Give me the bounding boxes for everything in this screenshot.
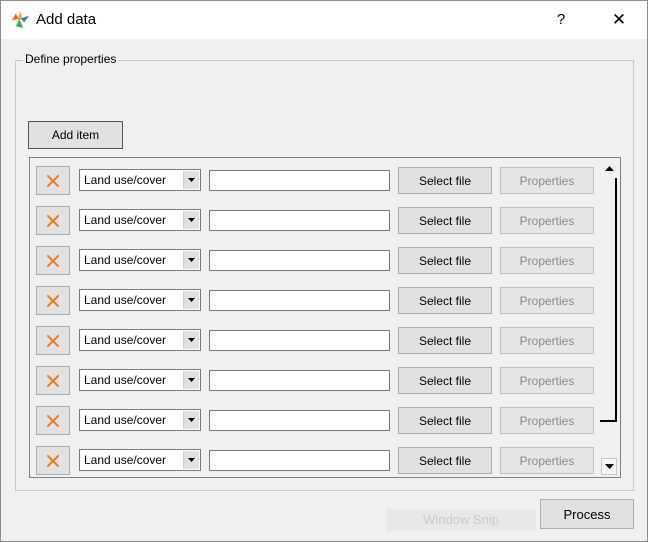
dropdown-arrow-icon[interactable]	[183, 411, 199, 429]
data-type-value: Land use/cover	[84, 373, 167, 387]
select-file-button[interactable]: Select file	[398, 287, 492, 314]
group-label: Define properties	[23, 52, 119, 66]
data-type-select[interactable]: Land use/cover	[79, 249, 201, 271]
data-type-value: Land use/cover	[84, 453, 167, 467]
data-type-select[interactable]: Land use/cover	[79, 289, 201, 311]
add-data-dialog: Add data ? ✕ Define properties Add item …	[0, 0, 648, 542]
remove-item-button[interactable]	[36, 206, 70, 235]
close-icon: ✕	[611, 10, 627, 29]
delete-x-icon	[47, 294, 59, 307]
data-item-row: Land use/cover Select file Properties	[30, 438, 600, 477]
window-snip-overlay: Window Snip	[386, 509, 536, 531]
data-type-select[interactable]: Land use/cover	[79, 409, 201, 431]
dropdown-arrow-icon[interactable]	[183, 171, 199, 189]
select-file-button[interactable]: Select file	[398, 407, 492, 434]
remove-item-button[interactable]	[36, 446, 70, 475]
remove-item-button[interactable]	[36, 246, 70, 275]
properties-button: Properties	[500, 287, 594, 314]
remove-item-button[interactable]	[36, 166, 70, 195]
file-path-input[interactable]	[209, 330, 390, 351]
dropdown-arrow-icon[interactable]	[183, 251, 199, 269]
file-path-input[interactable]	[209, 210, 390, 231]
close-button[interactable]: ✕	[597, 3, 641, 37]
remove-item-button[interactable]	[36, 286, 70, 315]
select-file-button[interactable]: Select file	[398, 247, 492, 274]
vertical-scrollbar[interactable]	[598, 158, 620, 477]
properties-button: Properties	[500, 247, 594, 274]
properties-button: Properties	[500, 407, 594, 434]
file-path-input[interactable]	[209, 370, 390, 391]
scroll-down-button[interactable]	[601, 458, 617, 475]
data-type-value: Land use/cover	[84, 253, 167, 267]
file-path-input[interactable]	[209, 250, 390, 271]
process-button[interactable]: Process	[540, 499, 634, 529]
properties-button: Properties	[500, 327, 594, 354]
properties-button: Properties	[500, 207, 594, 234]
data-item-row: Land use/cover Select file Properties	[30, 198, 600, 238]
arrow-down-icon	[604, 464, 614, 469]
data-type-select[interactable]: Land use/cover	[79, 369, 201, 391]
dropdown-arrow-icon[interactable]	[183, 291, 199, 309]
data-item-row: Land use/cover Select file Properties	[30, 318, 600, 358]
data-type-value: Land use/cover	[84, 333, 167, 347]
data-type-value: Land use/cover	[84, 413, 167, 427]
data-item-row: Land use/cover Select file Properties	[30, 398, 600, 438]
data-type-select[interactable]: Land use/cover	[79, 329, 201, 351]
file-path-input[interactable]	[209, 410, 390, 431]
remove-item-button[interactable]	[36, 326, 70, 355]
data-type-value: Land use/cover	[84, 213, 167, 227]
add-item-button[interactable]: Add item	[28, 121, 123, 149]
delete-x-icon	[47, 214, 59, 227]
data-type-value: Land use/cover	[84, 173, 167, 187]
app-logo-icon	[11, 10, 30, 29]
data-item-row: Land use/cover Select file Properties	[30, 358, 600, 398]
delete-x-icon	[47, 454, 59, 467]
delete-x-icon	[47, 254, 59, 267]
data-type-value: Land use/cover	[84, 293, 167, 307]
dropdown-arrow-icon[interactable]	[183, 451, 199, 469]
data-item-row: Land use/cover Select file Properties	[30, 238, 600, 278]
help-button[interactable]: ?	[541, 3, 581, 37]
data-type-select[interactable]: Land use/cover	[79, 449, 201, 471]
data-item-row: Land use/cover Select file Properties	[30, 278, 600, 318]
select-file-button[interactable]: Select file	[398, 447, 492, 474]
properties-button: Properties	[500, 367, 594, 394]
delete-x-icon	[47, 174, 59, 187]
delete-x-icon	[47, 334, 59, 347]
remove-item-button[interactable]	[36, 406, 70, 435]
delete-x-icon	[47, 374, 59, 387]
arrow-up-icon	[604, 166, 614, 171]
data-type-select[interactable]: Land use/cover	[79, 209, 201, 231]
file-path-input[interactable]	[209, 170, 390, 191]
scrollbar-thumb[interactable]	[600, 178, 617, 422]
file-path-input[interactable]	[209, 290, 390, 311]
properties-button: Properties	[500, 447, 594, 474]
dropdown-arrow-icon[interactable]	[183, 211, 199, 229]
select-file-button[interactable]: Select file	[398, 327, 492, 354]
properties-button: Properties	[500, 167, 594, 194]
delete-x-icon	[47, 414, 59, 427]
select-file-button[interactable]: Select file	[398, 207, 492, 234]
dropdown-arrow-icon[interactable]	[183, 331, 199, 349]
dropdown-arrow-icon[interactable]	[183, 371, 199, 389]
title-bar: Add data ? ✕	[1, 1, 647, 39]
data-item-row: Land use/cover Select file Properties	[30, 158, 600, 198]
window-title: Add data	[36, 11, 97, 28]
data-type-select[interactable]: Land use/cover	[79, 169, 201, 191]
select-file-button[interactable]: Select file	[398, 167, 492, 194]
scroll-up-button[interactable]	[601, 160, 617, 177]
file-path-input[interactable]	[209, 450, 390, 471]
remove-item-button[interactable]	[36, 366, 70, 395]
select-file-button[interactable]: Select file	[398, 367, 492, 394]
items-list: Land use/cover Select file Properties La…	[29, 157, 621, 478]
